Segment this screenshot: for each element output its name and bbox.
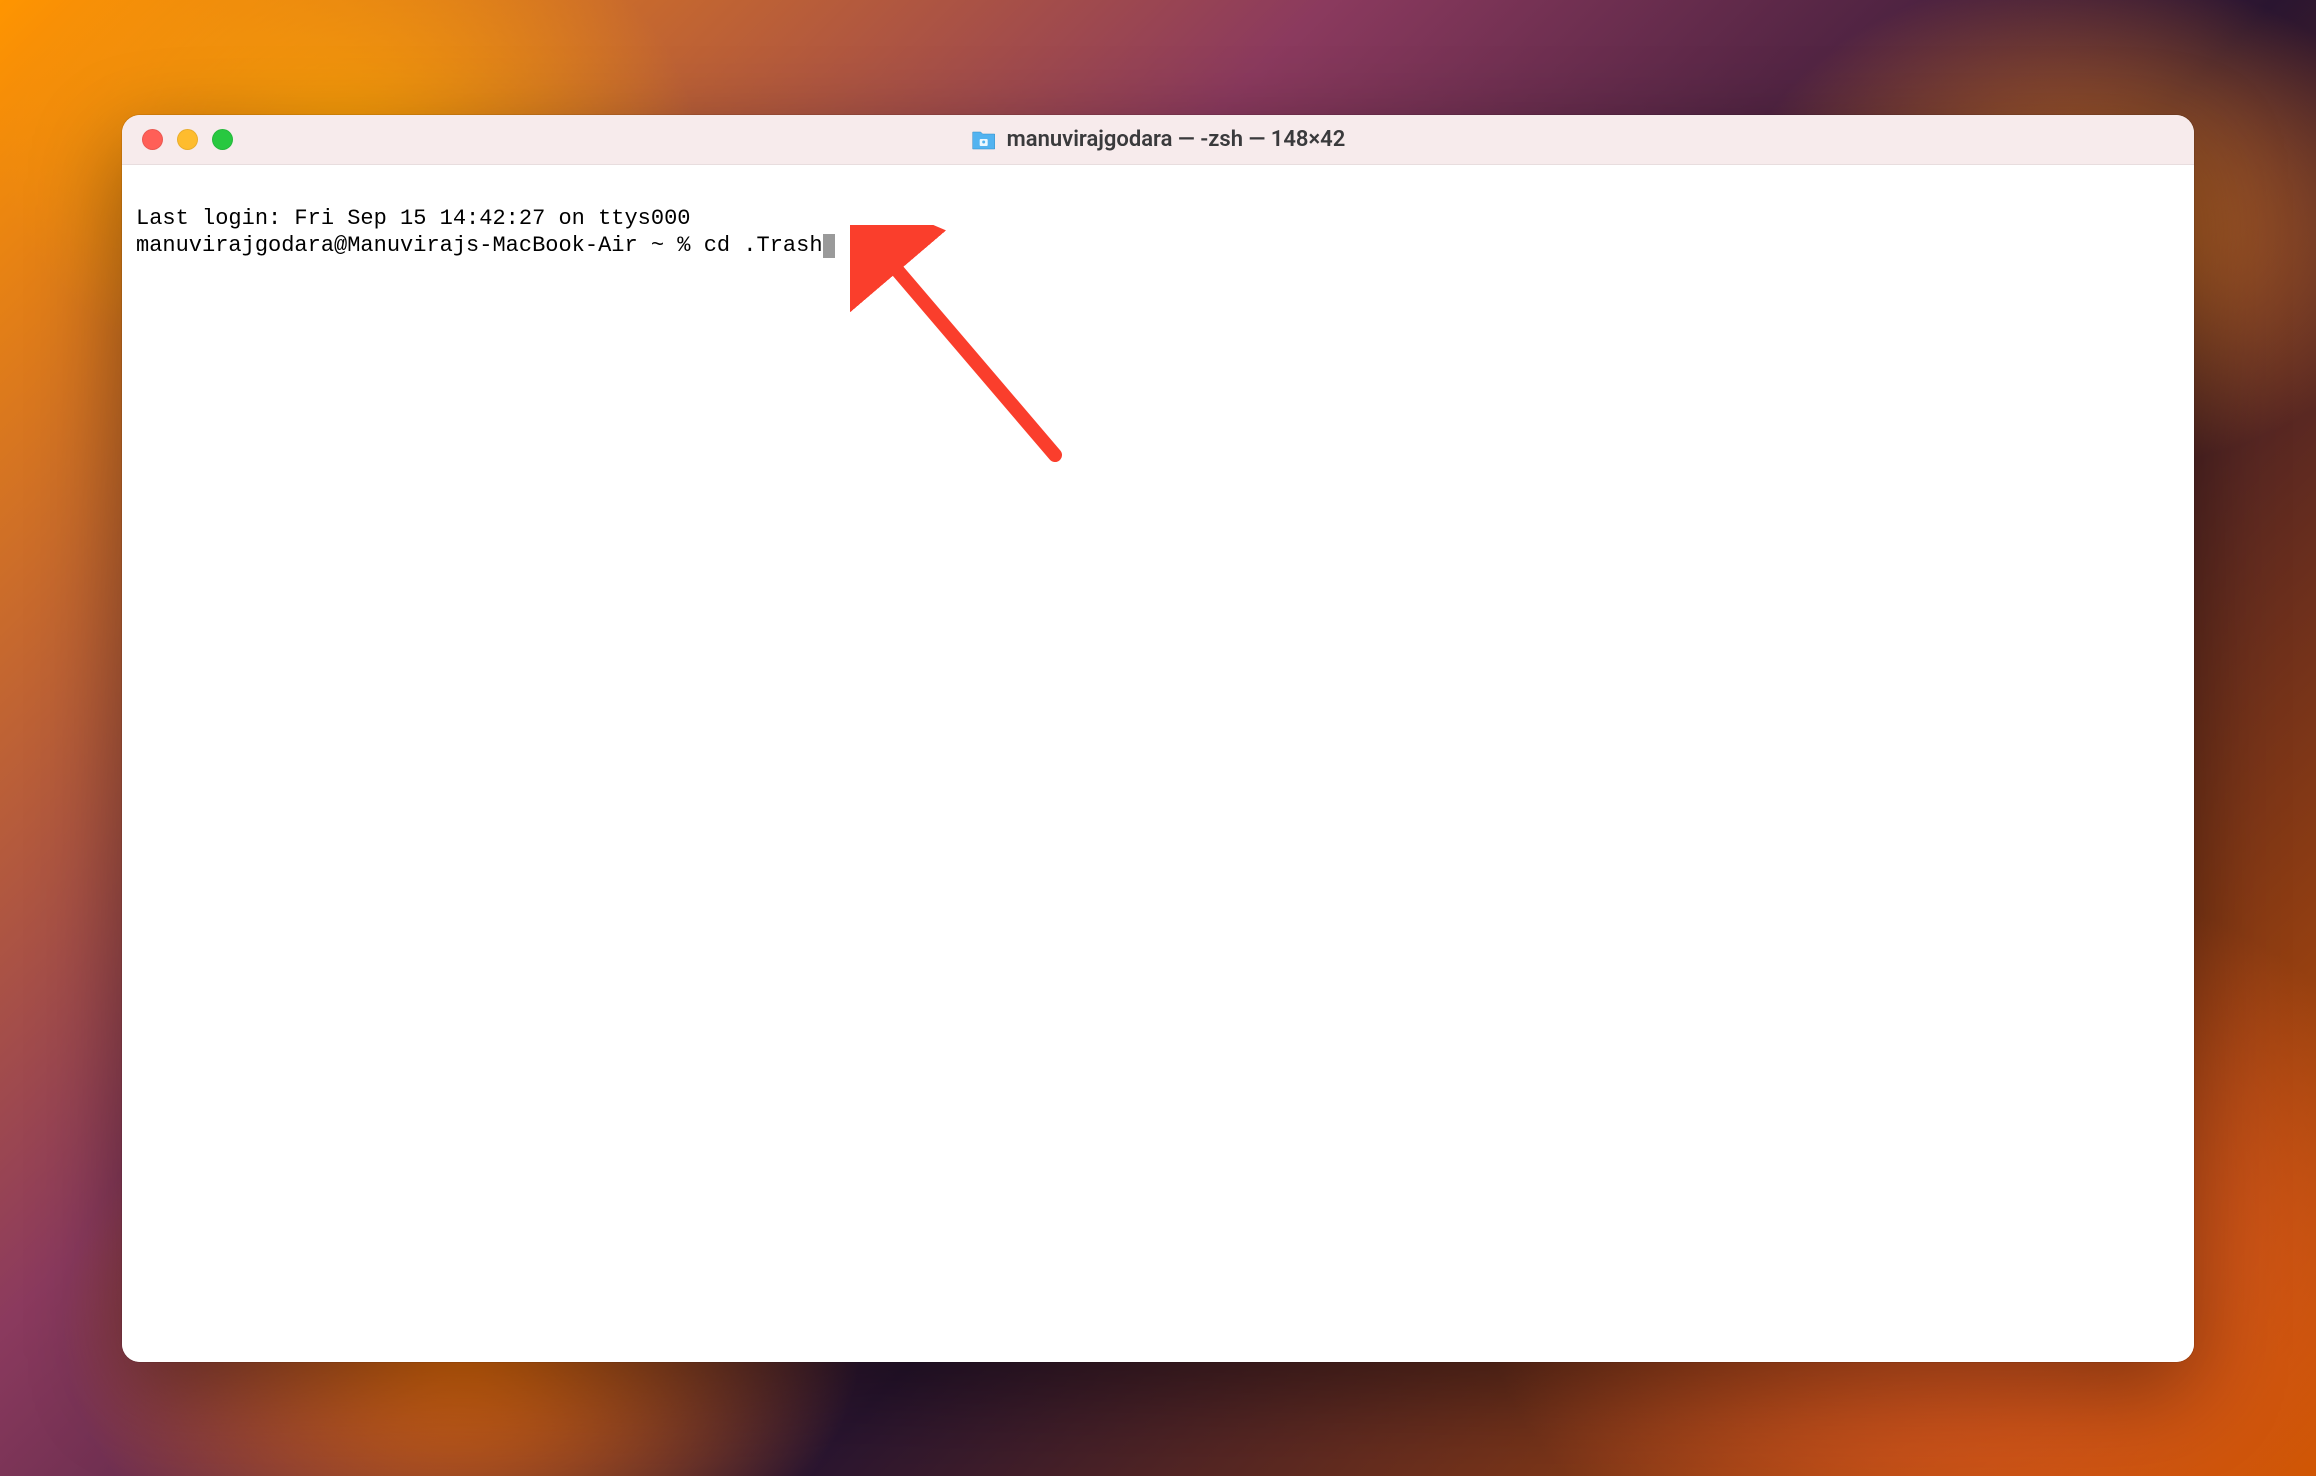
traffic-lights (142, 129, 233, 150)
last-login-line: Last login: Fri Sep 15 14:42:27 on ttys0… (136, 205, 2180, 233)
close-button[interactable] (142, 129, 163, 150)
terminal-content[interactable]: Last login: Fri Sep 15 14:42:27 on ttys0… (122, 165, 2194, 1362)
window-titlebar[interactable]: manuvirajgodara — -zsh — 148×42 (122, 115, 2194, 165)
window-title-text: manuvirajgodara — -zsh — 148×42 (1007, 127, 1346, 152)
window-title: manuvirajgodara — -zsh — 148×42 (971, 127, 1346, 152)
folder-icon (971, 129, 997, 151)
maximize-button[interactable] (212, 129, 233, 150)
minimize-button[interactable] (177, 129, 198, 150)
typed-command: cd .Trash (704, 233, 823, 258)
cursor (823, 234, 835, 258)
terminal-window: manuvirajgodara — -zsh — 148×42 Last log… (122, 115, 2194, 1362)
shell-prompt: manuvirajgodara@Manuvirajs-MacBook-Air ~… (136, 233, 704, 258)
